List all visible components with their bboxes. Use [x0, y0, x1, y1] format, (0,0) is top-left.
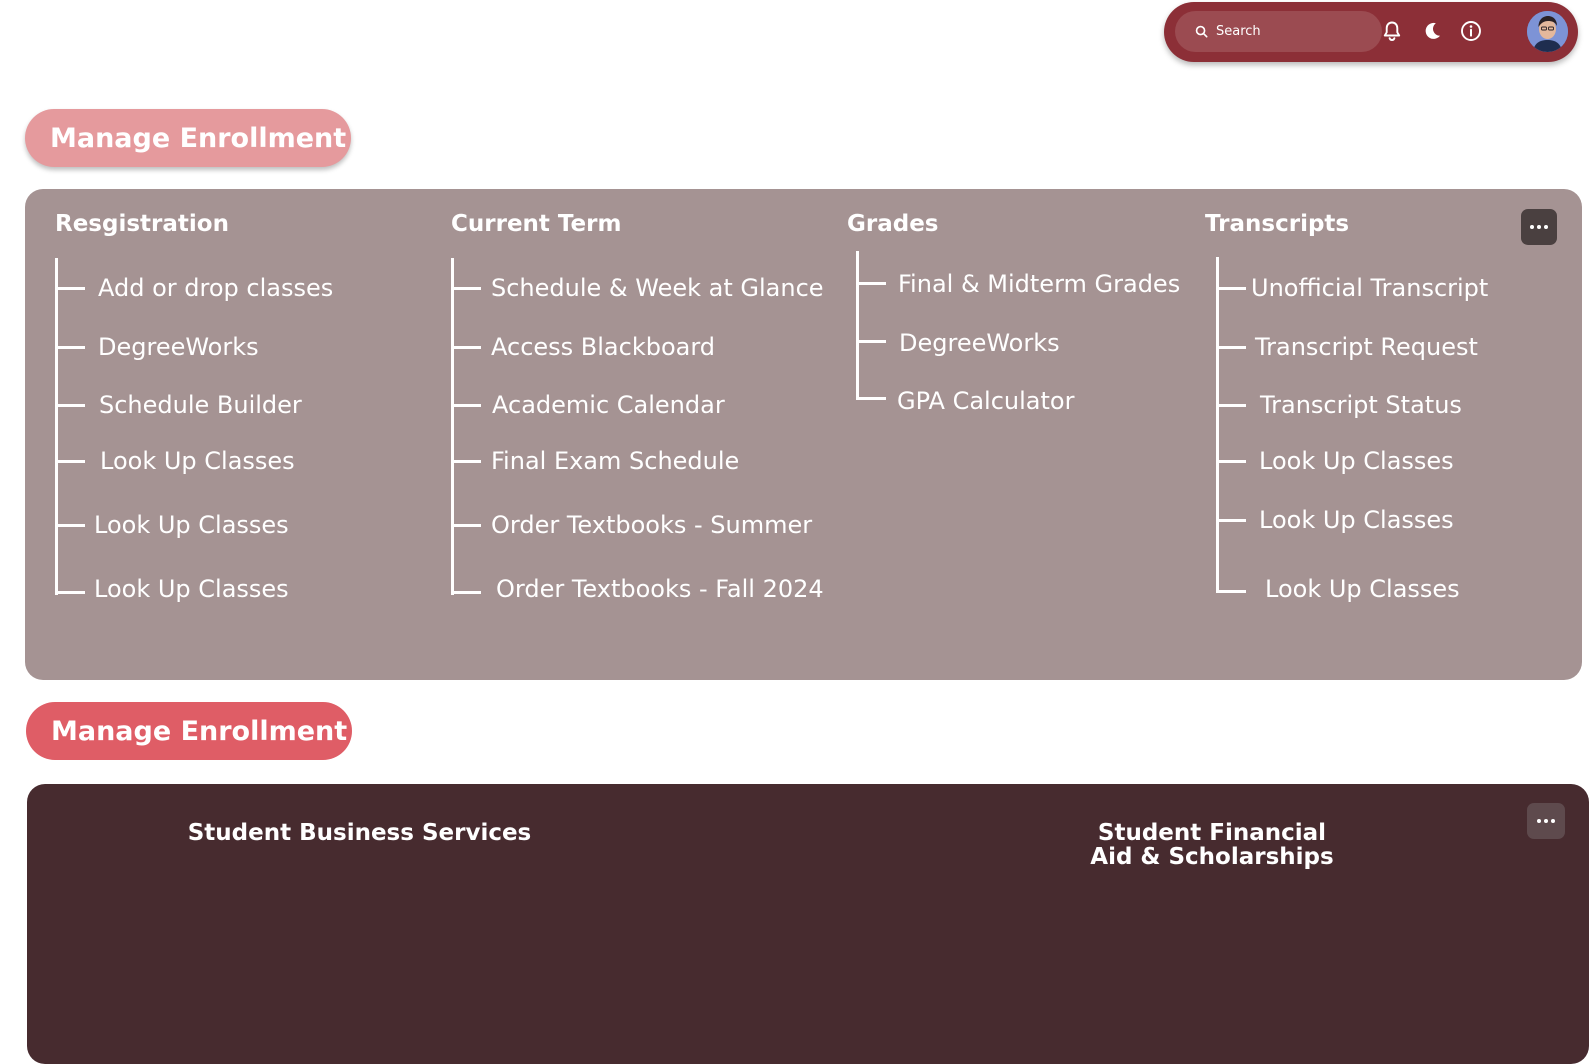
- link-look-up-classes[interactable]: Look Up Classes: [1265, 574, 1460, 604]
- student-services-panel: Student Business Services Student Financ…: [27, 784, 1589, 1064]
- link-look-up-classes[interactable]: Look Up Classes: [94, 574, 289, 604]
- link-order-textbooks-summer[interactable]: Order Textbooks - Summer: [491, 510, 812, 540]
- tree-branch: [55, 591, 85, 594]
- link-add-drop-classes[interactable]: Add or drop classes: [98, 273, 333, 303]
- link-final-exam-schedule[interactable]: Final Exam Schedule: [491, 446, 739, 476]
- link-look-up-classes[interactable]: Look Up Classes: [1259, 505, 1454, 535]
- tree-branch: [451, 287, 481, 290]
- manage-enrollment-button[interactable]: Manage Enrollment: [25, 109, 351, 167]
- tree-branch: [451, 404, 481, 407]
- link-look-up-classes[interactable]: Look Up Classes: [94, 510, 289, 540]
- more-options-button[interactable]: [1527, 803, 1565, 839]
- tree-line: [451, 258, 454, 595]
- top-bar: [1164, 2, 1578, 62]
- link-schedule-week-at-glance[interactable]: Schedule & Week at Glance: [491, 273, 824, 303]
- tree-branch: [451, 524, 481, 527]
- tree-line: [55, 258, 58, 595]
- tree-branch: [1216, 590, 1246, 593]
- link-order-textbooks-fall-2024[interactable]: Order Textbooks - Fall 2024: [496, 574, 824, 604]
- tree-branch: [55, 346, 85, 349]
- link-transcript-request[interactable]: Transcript Request: [1255, 332, 1478, 362]
- manage-enrollment-panel: Resgistration Add or drop classes Degree…: [25, 189, 1582, 680]
- link-unofficial-transcript[interactable]: Unofficial Transcript: [1251, 273, 1488, 303]
- more-options-button[interactable]: [1521, 209, 1557, 245]
- tree-branch: [1216, 519, 1246, 522]
- tree-branch: [856, 397, 886, 400]
- search-icon: [1195, 25, 1208, 38]
- more-icon: [1537, 819, 1555, 823]
- tree-line: [856, 251, 859, 400]
- more-icon: [1530, 225, 1548, 229]
- tree-line: [1216, 257, 1219, 593]
- tree-branch: [55, 524, 85, 527]
- link-transcript-status[interactable]: Transcript Status: [1260, 390, 1462, 420]
- title-line-2: Aid & Scholarships: [1090, 844, 1334, 870]
- search-input[interactable]: [1216, 24, 1366, 39]
- info-icon[interactable]: [1460, 20, 1482, 42]
- column-title: Grades: [847, 211, 939, 237]
- tree-branch: [1216, 404, 1246, 407]
- moon-icon[interactable]: [1421, 20, 1443, 42]
- link-access-blackboard[interactable]: Access Blackboard: [491, 332, 715, 362]
- column-title: Current Term: [451, 211, 622, 237]
- tree-branch: [1216, 460, 1246, 463]
- link-schedule-builder[interactable]: Schedule Builder: [99, 390, 302, 420]
- tree-branch: [451, 460, 481, 463]
- link-degreeworks[interactable]: DegreeWorks: [899, 328, 1060, 358]
- link-degreeworks[interactable]: DegreeWorks: [98, 332, 259, 362]
- tree-branch: [1216, 346, 1246, 349]
- tree-branch: [55, 460, 85, 463]
- avatar[interactable]: [1527, 11, 1568, 52]
- tree-branch: [55, 287, 85, 290]
- link-look-up-classes[interactable]: Look Up Classes: [100, 446, 295, 476]
- student-financial-aid-title[interactable]: Student Financial Aid & Scholarships: [1062, 821, 1362, 869]
- link-academic-calendar[interactable]: Academic Calendar: [492, 390, 725, 420]
- tree-branch: [451, 346, 481, 349]
- column-title: Resgistration: [55, 211, 229, 237]
- search-bar[interactable]: [1175, 11, 1382, 52]
- tree-branch: [55, 404, 85, 407]
- column-title: Transcripts: [1205, 211, 1350, 237]
- tree-branch: [451, 591, 481, 594]
- manage-enrollment-button[interactable]: Manage Enrollment: [26, 702, 352, 760]
- tree-branch: [1216, 287, 1246, 290]
- title-line-1: Student Financial: [1097, 820, 1327, 846]
- bell-icon[interactable]: [1381, 20, 1403, 42]
- student-business-services-title[interactable]: Student Business Services: [147, 821, 572, 845]
- link-final-midterm-grades[interactable]: Final & Midterm Grades: [898, 269, 1180, 299]
- link-look-up-classes[interactable]: Look Up Classes: [1259, 446, 1454, 476]
- tree-branch: [856, 282, 886, 285]
- tree-branch: [856, 340, 886, 343]
- link-gpa-calculator[interactable]: GPA Calculator: [897, 386, 1074, 416]
